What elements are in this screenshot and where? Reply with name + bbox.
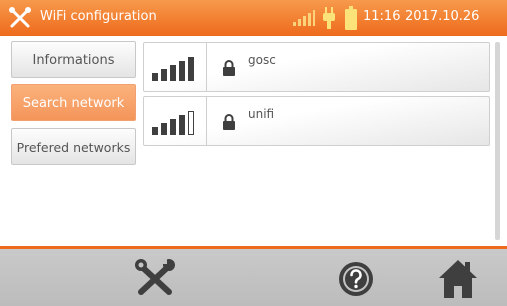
network-name: gosc [248, 53, 276, 67]
lock-icon [223, 60, 235, 76]
signal-bars-icon [152, 111, 194, 135]
informations-button[interactable]: Informations [11, 41, 136, 78]
clock-time: 11:16 [363, 9, 401, 24]
tools-icon [9, 7, 31, 28]
network-name: unifi [248, 107, 275, 121]
page-title: WiFi configuration [40, 9, 157, 24]
lock-icon [223, 114, 235, 130]
title-bar: WiFi configuration 11:16 2017.10.26 [0, 0, 507, 36]
signal-strength [144, 43, 207, 91]
signal-strength [144, 97, 207, 145]
battery-icon [345, 6, 357, 30]
network-row-unifi[interactable]: unifi [143, 96, 490, 146]
search-network-button[interactable]: Search network [11, 84, 136, 121]
tools-icon[interactable] [133, 258, 177, 298]
clock-date: 2017.10.26 [405, 9, 480, 24]
home-icon[interactable] [437, 258, 479, 300]
plug-icon [323, 7, 335, 29]
help-icon[interactable] [337, 260, 375, 298]
scrollbar[interactable] [495, 42, 500, 240]
network-row-gosc[interactable]: gosc [143, 42, 490, 92]
footer-toolbar [0, 246, 507, 306]
signal-bars-icon [152, 57, 194, 81]
prefered-networks-button[interactable]: Prefered networks [11, 128, 136, 165]
signal-icon [293, 10, 315, 26]
